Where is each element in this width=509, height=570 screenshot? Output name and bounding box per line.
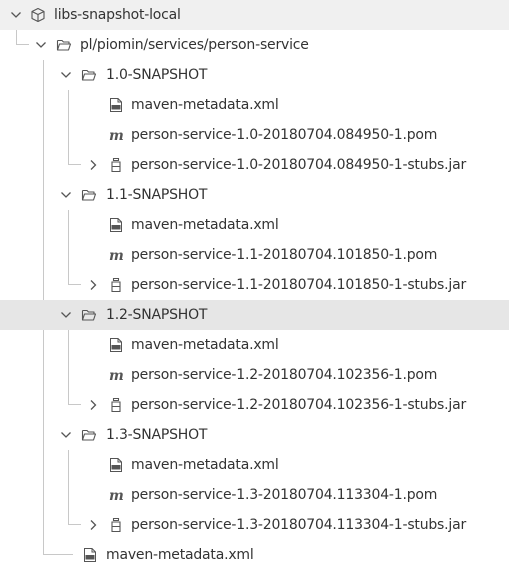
node-label: person-service-1.0-20180704.084950-1.pom <box>131 127 438 143</box>
node-label: person-service-1.3-20180704.113304-1-stu… <box>131 517 467 533</box>
chevron-down-icon[interactable] <box>33 37 49 53</box>
tree-node-version[interactable]: 1.1-SNAPSHOT <box>0 180 509 210</box>
folder-open-icon <box>81 189 97 201</box>
svg-text:m: m <box>109 488 124 503</box>
node-label: maven-metadata.xml <box>131 217 279 233</box>
tree-node-file[interactable]: m person-service-1.1-20180704.101850-1.p… <box>0 240 509 270</box>
tree-node-file[interactable]: maven-metadata.xml <box>0 540 509 570</box>
tree-node-file[interactable]: person-service-1.0-20180704.084950-1-stu… <box>0 150 509 180</box>
tree-node-file[interactable]: m person-service-1.0-20180704.084950-1.p… <box>0 120 509 150</box>
chevron-right-icon[interactable] <box>85 517 101 533</box>
tree-node-package[interactable]: pl/piomin/services/person-service <box>0 30 509 60</box>
node-label: person-service-1.1-20180704.101850-1-stu… <box>131 277 467 293</box>
maven-pom-icon: m <box>109 368 124 383</box>
maven-pom-icon: m <box>109 248 124 263</box>
tree-node-file[interactable]: maven-metadata.xml <box>0 450 509 480</box>
folder-open-icon <box>81 309 97 321</box>
svg-text:m: m <box>109 368 124 383</box>
node-label: maven-metadata.xml <box>131 457 279 473</box>
chevron-down-icon[interactable] <box>58 67 74 83</box>
node-label: maven-metadata.xml <box>106 547 254 563</box>
jar-archive-icon <box>111 517 121 533</box>
tree-node-file[interactable]: person-service-1.2-20180704.102356-1-stu… <box>0 390 509 420</box>
artifact-tree: libs-snapshot-local pl/piomin/services/p… <box>0 0 509 568</box>
chevron-down-icon[interactable] <box>58 427 74 443</box>
tree-node-repository[interactable]: libs-snapshot-local <box>0 0 509 30</box>
chevron-down-icon[interactable] <box>8 7 24 23</box>
chevron-down-icon[interactable] <box>58 187 74 203</box>
node-label: 1.2-SNAPSHOT <box>106 307 208 323</box>
node-label: person-service-1.2-20180704.102356-1-stu… <box>131 397 467 413</box>
repository-cube-icon <box>31 7 45 23</box>
node-label: libs-snapshot-local <box>54 7 181 23</box>
chevron-right-icon[interactable] <box>85 397 101 413</box>
xml-file-icon <box>110 458 122 472</box>
chevron-right-icon[interactable] <box>85 277 101 293</box>
tree-node-version[interactable]: 1.3-SNAPSHOT <box>0 420 509 450</box>
xml-file-icon <box>110 98 122 112</box>
tree-node-version[interactable]: 1.2-SNAPSHOT <box>0 300 509 330</box>
tree-node-version[interactable]: 1.0-SNAPSHOT <box>0 60 509 90</box>
tree-node-file[interactable]: maven-metadata.xml <box>0 330 509 360</box>
tree-node-file[interactable]: person-service-1.3-20180704.113304-1-stu… <box>0 510 509 540</box>
maven-pom-icon: m <box>109 488 124 503</box>
chevron-down-icon[interactable] <box>58 307 74 323</box>
jar-archive-icon <box>111 397 121 413</box>
xml-file-icon <box>84 548 96 562</box>
tree-node-file[interactable]: m person-service-1.2-20180704.102356-1.p… <box>0 360 509 390</box>
tree-node-file[interactable]: maven-metadata.xml <box>0 90 509 120</box>
jar-archive-icon <box>111 277 121 293</box>
svg-text:m: m <box>109 128 124 143</box>
folder-open-icon <box>81 69 97 81</box>
node-label: person-service-1.2-20180704.102356-1.pom <box>131 367 438 383</box>
xml-file-icon <box>110 218 122 232</box>
node-label: 1.3-SNAPSHOT <box>106 427 208 443</box>
tree-node-file[interactable]: maven-metadata.xml <box>0 210 509 240</box>
folder-open-icon <box>56 39 72 51</box>
svg-text:m: m <box>109 248 124 263</box>
chevron-right-icon[interactable] <box>85 157 101 173</box>
node-label: person-service-1.0-20180704.084950-1-stu… <box>131 157 467 173</box>
node-label: person-service-1.1-20180704.101850-1.pom <box>131 247 438 263</box>
tree-node-file[interactable]: m person-service-1.3-20180704.113304-1.p… <box>0 480 509 510</box>
node-label: maven-metadata.xml <box>131 97 279 113</box>
jar-archive-icon <box>111 157 121 173</box>
node-label: pl/piomin/services/person-service <box>80 37 309 53</box>
node-label: maven-metadata.xml <box>131 337 279 353</box>
maven-pom-icon: m <box>109 128 124 143</box>
node-label: 1.1-SNAPSHOT <box>106 187 208 203</box>
node-label: person-service-1.3-20180704.113304-1.pom <box>131 487 438 503</box>
node-label: 1.0-SNAPSHOT <box>106 67 208 83</box>
xml-file-icon <box>110 338 122 352</box>
tree-node-file[interactable]: person-service-1.1-20180704.101850-1-stu… <box>0 270 509 300</box>
folder-open-icon <box>81 429 97 441</box>
